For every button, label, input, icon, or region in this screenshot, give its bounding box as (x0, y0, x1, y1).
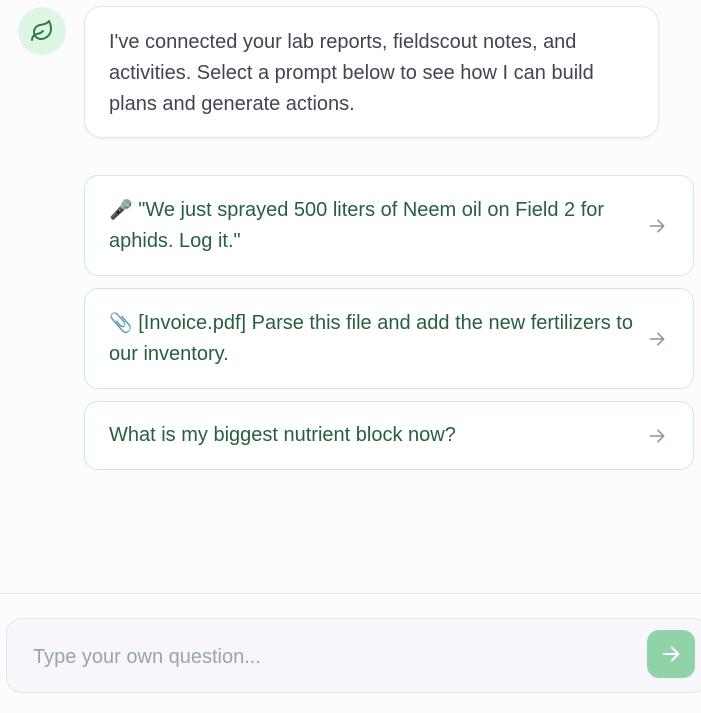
prompt-text: 📎 [Invoice.pdf] Parse this file and add … (109, 311, 633, 365)
leaf-icon (31, 20, 52, 41)
microphone-icon: 🎤 (109, 198, 133, 221)
prompt-card-parse-invoice[interactable]: 📎 [Invoice.pdf] Parse this file and add … (84, 288, 694, 389)
arrow-right-icon (649, 428, 665, 443)
arrow-right-icon (662, 646, 680, 662)
suggested-prompts: 🎤 "We just sprayed 500 liters of Neem oi… (84, 175, 694, 470)
composer (6, 618, 701, 693)
prompt-card-log-spray[interactable]: 🎤 "We just sprayed 500 liters of Neem oi… (84, 175, 694, 276)
assistant-avatar (18, 7, 66, 55)
composer-divider (0, 593, 701, 594)
send-button[interactable] (647, 630, 695, 678)
prompt-text: What is my biggest nutrient block now? (109, 424, 456, 446)
question-input[interactable] (31, 637, 625, 677)
arrow-right-icon (649, 331, 665, 346)
prompt-card-nutrient-block[interactable]: What is my biggest nutrient block now? (84, 401, 694, 470)
prompt-text: 🎤 "We just sprayed 500 liters of Neem oi… (109, 198, 605, 252)
paperclip-icon: 📎 (109, 311, 133, 334)
assistant-message: I've connected your lab reports, fieldsc… (84, 6, 659, 138)
arrow-right-icon (649, 218, 665, 233)
